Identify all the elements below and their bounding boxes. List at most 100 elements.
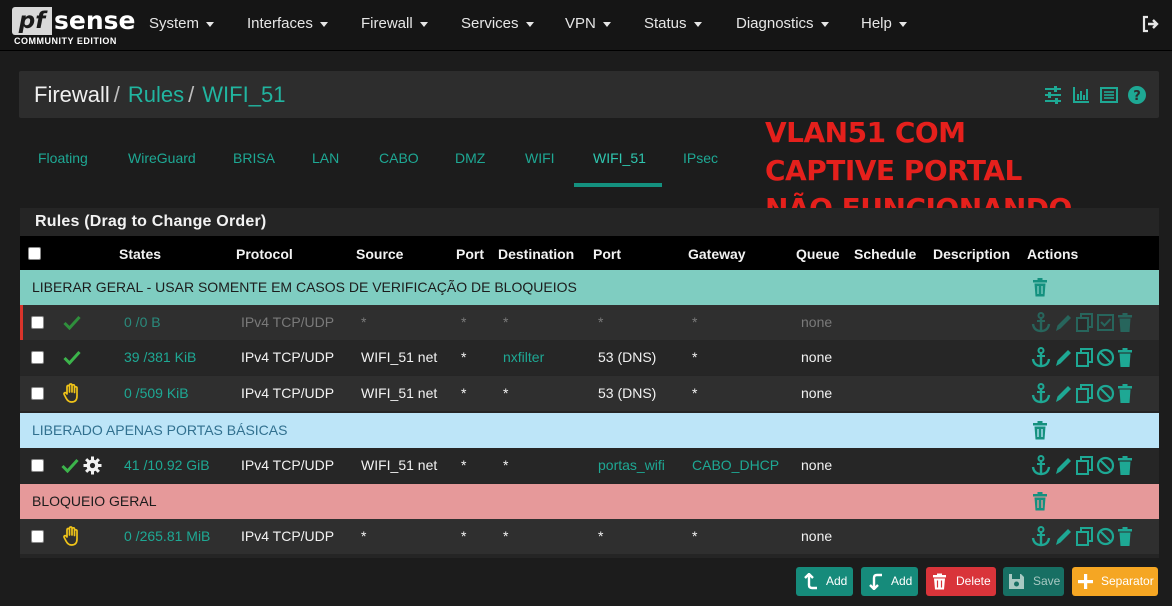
enable-icon[interactable] <box>1096 312 1115 333</box>
separator-button[interactable]: Separator <box>1072 567 1158 596</box>
row-checkbox[interactable] <box>31 351 44 364</box>
tab-wifi51[interactable]: WIFI_51 <box>593 150 646 186</box>
col-description[interactable]: Description <box>933 236 1010 272</box>
edit-icon[interactable] <box>1054 312 1073 333</box>
separator-row[interactable]: BLOQUEIO GERAL <box>20 484 1159 519</box>
row-checkbox[interactable] <box>31 459 44 472</box>
tab-ipsec[interactable]: IPsec <box>683 150 718 186</box>
source-value: WIFI_51 net <box>361 349 438 365</box>
anchor-icon[interactable] <box>1031 347 1051 368</box>
check-icon[interactable] <box>63 350 81 365</box>
states-value[interactable]: 0 /509 KiB <box>124 376 189 411</box>
disable-icon[interactable] <box>1096 526 1115 547</box>
table-row[interactable]: 0 /265.81 MiB IPv4 TCP/UDP * * * * * non… <box>20 519 1159 554</box>
nav-diagnostics[interactable]: Diagnostics <box>736 0 829 50</box>
trash-icon[interactable] <box>1117 312 1133 333</box>
disable-icon[interactable] <box>1096 455 1115 476</box>
row-checkbox[interactable] <box>31 387 44 400</box>
nav-services[interactable]: Services <box>461 0 534 50</box>
trash-icon[interactable] <box>1117 455 1133 476</box>
row-checkbox[interactable] <box>31 316 44 329</box>
states-value[interactable]: 0 /0 B <box>124 305 161 340</box>
pfsense-logo[interactable]: pf sense COMMUNITY EDITION <box>12 6 135 48</box>
trash-icon[interactable] <box>1117 347 1133 368</box>
tab-brisa[interactable]: BRISA <box>233 150 275 186</box>
col-source-port[interactable]: Port <box>456 236 484 272</box>
sliders-icon[interactable] <box>1043 85 1063 105</box>
gateway-value[interactable]: CABO_DHCP <box>692 448 779 483</box>
states-value[interactable]: 41 /10.92 GiB <box>124 448 210 483</box>
select-all-checkbox[interactable] <box>28 247 41 260</box>
add-top-button[interactable]: Add <box>796 567 853 596</box>
states-value[interactable]: 39 /381 KiB <box>124 340 196 375</box>
anchor-icon[interactable] <box>1031 312 1051 333</box>
table-row[interactable]: 41 /10.92 GiB IPv4 TCP/UDP WIFI_51 net *… <box>20 448 1159 483</box>
anchor-icon[interactable] <box>1031 383 1051 404</box>
trash-icon[interactable] <box>1117 526 1133 547</box>
nav-interfaces[interactable]: Interfaces <box>247 0 328 50</box>
tab-lan[interactable]: LAN <box>312 150 339 186</box>
separator-row[interactable]: LIBERAR GERAL - USAR SOMENTE EM CASOS DE… <box>20 270 1159 305</box>
trash-icon <box>933 573 946 590</box>
disable-icon[interactable] <box>1096 383 1115 404</box>
breadcrumb-wifi51-link[interactable]: WIFI_51 <box>202 82 285 107</box>
protocol-value: IPv4 TCP/UDP <box>241 385 335 401</box>
disable-icon[interactable] <box>1096 347 1115 368</box>
col-schedule[interactable]: Schedule <box>854 236 916 272</box>
nav-system[interactable]: System <box>149 0 215 50</box>
logout-icon[interactable] <box>1140 14 1160 34</box>
hand-block-icon[interactable] <box>63 383 80 404</box>
bar-chart-icon[interactable] <box>1071 85 1091 105</box>
states-value[interactable]: 0 /265.81 MiB <box>124 519 210 554</box>
help-icon[interactable]: ? <box>1127 85 1147 105</box>
table-row[interactable]: 0 /0 B IPv4 TCP/UDP * * * * * none <box>20 305 1159 340</box>
check-icon[interactable] <box>61 458 79 473</box>
anchor-icon[interactable] <box>1031 455 1051 476</box>
col-destination-port[interactable]: Port <box>593 236 621 272</box>
col-states[interactable]: States <box>119 236 161 272</box>
copy-icon[interactable] <box>1075 526 1094 547</box>
tab-floating[interactable]: Floating <box>38 150 88 186</box>
breadcrumb-rules-link[interactable]: Rules <box>128 82 184 107</box>
add-top-label: Add <box>826 574 848 588</box>
tab-wireguard[interactable]: WireGuard <box>128 150 196 186</box>
edit-icon[interactable] <box>1054 526 1073 547</box>
table-row[interactable]: 0 /509 KiB IPv4 TCP/UDP WIFI_51 net * * … <box>20 376 1159 411</box>
nav-help[interactable]: Help <box>861 0 907 50</box>
separator-row[interactable]: LIBERADO APENAS PORTAS BÁSICAS <box>20 413 1159 448</box>
copy-icon[interactable] <box>1075 312 1094 333</box>
table-row[interactable]: 39 /381 KiB IPv4 TCP/UDP WIFI_51 net * n… <box>20 340 1159 375</box>
list-alt-icon[interactable] <box>1099 85 1119 105</box>
trash-icon[interactable] <box>1117 383 1133 404</box>
destination-value[interactable]: nxfilter <box>503 340 544 375</box>
trash-icon[interactable] <box>1032 421 1048 440</box>
add-bottom-button[interactable]: Add <box>861 567 918 596</box>
nav-status[interactable]: Status <box>644 0 702 50</box>
col-queue[interactable]: Queue <box>796 236 840 272</box>
hand-block-icon[interactable] <box>63 526 80 547</box>
copy-icon[interactable] <box>1075 347 1094 368</box>
edit-icon[interactable] <box>1054 347 1073 368</box>
trash-icon[interactable] <box>1032 278 1048 297</box>
anchor-icon[interactable] <box>1031 526 1051 547</box>
destination-port-value[interactable]: portas_wifi <box>598 448 665 483</box>
col-source[interactable]: Source <box>356 236 403 272</box>
edit-icon[interactable] <box>1054 455 1073 476</box>
col-destination[interactable]: Destination <box>498 236 574 272</box>
col-protocol[interactable]: Protocol <box>236 236 293 272</box>
check-icon[interactable] <box>63 315 81 330</box>
tab-dmz[interactable]: DMZ <box>455 150 485 186</box>
nav-vpn[interactable]: VPN <box>565 0 611 50</box>
gear-icon[interactable] <box>83 456 102 475</box>
delete-button[interactable]: Delete <box>926 567 996 596</box>
tab-cabo[interactable]: CABO <box>379 150 419 186</box>
trash-icon[interactable] <box>1032 492 1048 511</box>
tab-wifi[interactable]: WIFI <box>525 150 555 186</box>
copy-icon[interactable] <box>1075 383 1094 404</box>
row-checkbox[interactable] <box>31 530 44 543</box>
save-button[interactable]: Save <box>1003 567 1064 596</box>
copy-icon[interactable] <box>1075 455 1094 476</box>
col-gateway[interactable]: Gateway <box>688 236 746 272</box>
nav-firewall[interactable]: Firewall <box>361 0 428 50</box>
edit-icon[interactable] <box>1054 383 1073 404</box>
